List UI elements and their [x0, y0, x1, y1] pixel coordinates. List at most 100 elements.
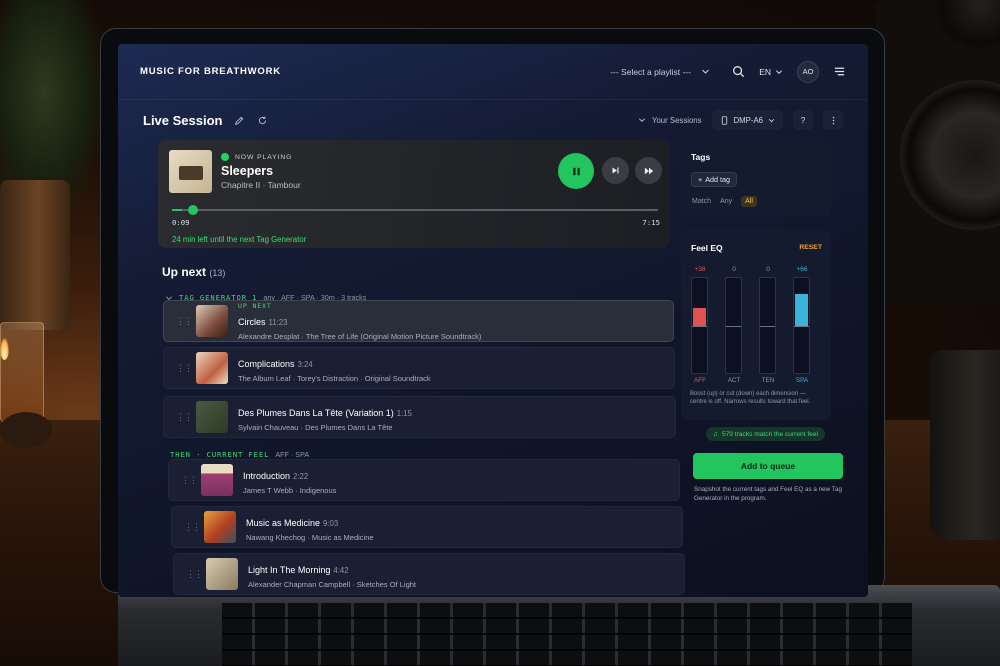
tags-panel: Tags + Add tag Match Any All — [681, 140, 831, 217]
progress-fill — [172, 209, 182, 211]
eq-band-act[interactable]: 0 ACT — [725, 266, 743, 384]
track-title: Light In The Morning — [248, 564, 331, 575]
help-button[interactable]: ? — [793, 110, 813, 130]
language-select[interactable]: EN — [759, 67, 783, 77]
avatar[interactable]: AO — [797, 60, 819, 83]
mug — [930, 350, 1000, 540]
track-row[interactable]: ⋮⋮ UP NEXT Circles 11:23 Alexandre Despla… — [163, 300, 674, 342]
track-row[interactable]: ⋮⋮ Music as Medicine 9:03 Nawang Khechog … — [171, 506, 683, 548]
menu-icon[interactable] — [833, 65, 846, 78]
group-tag: THEN · CURRENT FEEL — [170, 450, 270, 459]
playlist-select-label: --- Select a playlist --- — [610, 66, 691, 77]
up-next-flag: UP NEXT — [238, 301, 272, 310]
device-select[interactable]: DMP-A6 — [711, 110, 783, 130]
eq-band-ten[interactable]: 0 TEN — [759, 266, 777, 384]
match-all-option[interactable]: All — [741, 196, 757, 207]
track-meta: Alexander Chapman Campbell · Sketches Of… — [248, 579, 417, 589]
feel-eq-panel: Feel EQ RESET +38 AFF 0 ACT 0 TEN +66 SPA Boost… — [681, 230, 831, 420]
now-playing-label: NOW PLAYING — [221, 153, 292, 161]
candle-holder — [0, 412, 52, 448]
eq-slider[interactable] — [793, 277, 810, 374]
brand-logo: MUSIC FOR BREATHWORK — [140, 66, 281, 77]
track-title: Circles — [238, 316, 266, 327]
candle-flame — [0, 338, 9, 360]
eq-band-aff[interactable]: +38 AFF — [691, 266, 709, 384]
chevron-down-icon — [702, 69, 710, 74]
track-duration: 1:15 — [396, 408, 412, 418]
now-playing-cover — [169, 150, 212, 193]
track-cover — [206, 558, 238, 590]
drag-handle-icon[interactable]: ⋮⋮ — [176, 412, 193, 423]
drag-handle-icon[interactable]: ⋮⋮ — [184, 522, 201, 533]
background-pot — [0, 180, 70, 330]
progress-handle[interactable] — [187, 205, 198, 215]
track-cover — [204, 511, 236, 543]
phone-icon — [721, 115, 727, 125]
remaining-note: 24 min left until the next Tag Generator — [172, 235, 307, 244]
more-options-button[interactable] — [823, 110, 843, 130]
pause-icon — [572, 167, 580, 175]
eq-value: 0 — [732, 266, 736, 273]
group-header-current-feel: THEN · CURRENT FEEL AFF · SPA — [170, 450, 309, 459]
chevron-down-icon — [775, 69, 783, 74]
eq-band-spa[interactable]: +66 SPA — [793, 266, 811, 384]
eq-reset-button[interactable]: RESET — [799, 244, 822, 251]
add-to-queue-button[interactable]: Add to queue — [693, 453, 843, 479]
track-meta: The Album Leaf · Torey's Distraction · O… — [238, 373, 431, 383]
eq-value: +66 — [796, 266, 808, 273]
add-tag-button[interactable]: + Add tag — [691, 172, 737, 187]
eq-slider[interactable] — [725, 277, 742, 374]
your-sessions-dropdown[interactable]: Your Sessions — [638, 116, 702, 125]
track-row[interactable]: ⋮⋮ Des Plumes Dans La Tête (Variation 1)… — [163, 396, 676, 438]
match-any-option[interactable]: Any — [720, 198, 732, 205]
track-duration: 2:22 — [293, 471, 309, 481]
track-row[interactable]: ⋮⋮ Introduction 2:22 James T Webb · Indig… — [168, 459, 680, 501]
chevron-down-icon — [768, 118, 775, 122]
track-title: Music as Medicine — [246, 517, 321, 528]
tags-title: Tags — [691, 152, 711, 162]
progress-bar[interactable] — [172, 205, 658, 215]
group-meta: AFF · SPA — [275, 450, 310, 459]
eq-center-line — [760, 326, 775, 327]
drag-handle-icon[interactable]: ⋮⋮ — [176, 363, 193, 374]
track-cover — [201, 464, 233, 496]
device-label: DMP-A6 — [733, 115, 763, 125]
drag-handle-icon[interactable]: ⋮⋮ — [176, 316, 193, 327]
next-track-button[interactable] — [602, 157, 629, 184]
session-bar: Live Session Your Sessions DMP-A6 ? — [118, 100, 868, 140]
skip-group-button[interactable] — [635, 157, 662, 184]
eq-slider[interactable] — [759, 277, 776, 374]
playlist-select[interactable]: --- Select a playlist --- — [602, 62, 718, 82]
track-cover — [196, 401, 228, 433]
snapshot-help-text: Snapshot the current tags and Feel EQ as… — [694, 486, 842, 502]
top-bar: MUSIC FOR BREATHWORK --- Select a playli… — [118, 44, 868, 100]
drag-handle-icon[interactable]: ⋮⋮ — [181, 475, 198, 486]
keyboard — [222, 603, 912, 666]
fast-forward-icon — [644, 167, 653, 174]
eq-level-bar — [795, 294, 808, 326]
now-playing-label-text: NOW PLAYING — [235, 153, 293, 161]
plus-icon: + — [698, 175, 703, 184]
up-next-heading: Up next (13) — [162, 265, 225, 279]
match-count-badge: ♫ 579 tracks match the current feel — [706, 427, 825, 441]
track-duration: 3:24 — [297, 359, 313, 369]
add-tag-label: Add tag — [705, 175, 730, 184]
eq-value: 0 — [766, 266, 770, 273]
match-label: Match — [692, 198, 712, 205]
now-playing-card: NOW PLAYING Sleepers Chapitre II · Tambo… — [158, 140, 670, 248]
elapsed-time: 0:09 — [172, 218, 190, 227]
refresh-icon[interactable] — [257, 115, 268, 126]
track-title: Complications — [238, 358, 295, 369]
track-row[interactable]: ⋮⋮ Light In The Morning 4:42 Alexander Ch… — [173, 553, 685, 595]
eq-slider[interactable] — [691, 277, 708, 374]
match-mode: Match Any All — [692, 196, 757, 207]
edit-pencil-icon[interactable] — [234, 115, 245, 126]
more-vertical-icon — [832, 116, 834, 124]
page-title: Live Session — [143, 112, 223, 128]
feel-eq-title: Feel EQ — [691, 243, 723, 253]
search-icon[interactable] — [732, 65, 745, 78]
pause-button[interactable] — [558, 153, 594, 189]
track-row[interactable]: ⋮⋮ Complications 3:24 The Album Leaf · To… — [163, 347, 675, 389]
up-next-title: Up next — [162, 265, 207, 279]
drag-handle-icon[interactable]: ⋮⋮ — [186, 569, 203, 580]
